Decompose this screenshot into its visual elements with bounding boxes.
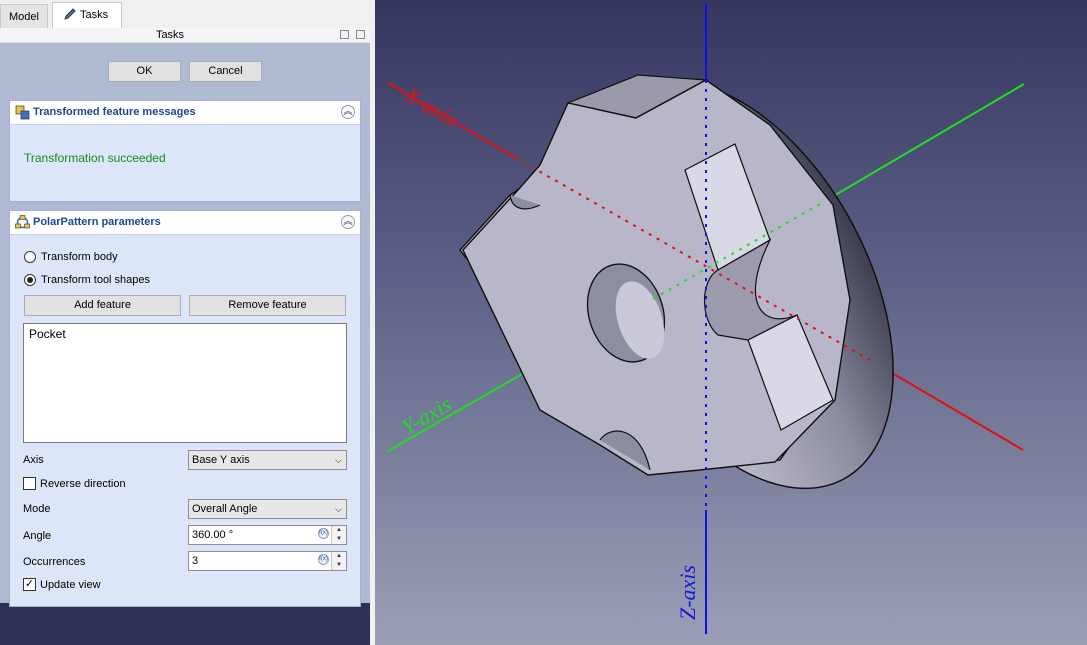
collapse-icon[interactable]: ︽ xyxy=(341,105,355,119)
transform-tool-shapes-radio[interactable] xyxy=(24,274,36,286)
messages-box: Transformed feature messages ︽ Transform… xyxy=(9,100,361,202)
remove-feature-button[interactable]: Remove feature xyxy=(189,295,346,316)
transform-body-label: Transform body xyxy=(41,251,118,263)
axis-select[interactable]: Base Y axis ⌵ xyxy=(188,450,347,470)
ok-button[interactable]: OK xyxy=(108,61,181,82)
panel-titlebar: Tasks xyxy=(0,28,370,43)
transform-body-radio[interactable] xyxy=(24,251,36,263)
cancel-button[interactable]: Cancel xyxy=(189,61,262,82)
update-view-label: Update view xyxy=(40,579,101,591)
occurrences-value: 3 xyxy=(192,555,199,567)
mode-value: Overall Angle xyxy=(192,503,258,515)
tab-tasks[interactable]: Tasks xyxy=(52,2,122,29)
occurrences-input[interactable]: 3 f(x) ▲ ▼ xyxy=(188,551,347,571)
messages-box-header[interactable]: Transformed feature messages ︽ xyxy=(10,101,360,125)
task-panel: Model Tasks Tasks OK Cancel Transformed … xyxy=(0,0,370,645)
collapse-icon[interactable]: ︽ xyxy=(341,215,355,229)
polar-pattern-icon xyxy=(15,215,30,229)
tab-tasks-label: Tasks xyxy=(80,9,109,21)
pencil-icon xyxy=(64,8,76,20)
polar-pattern-title: PolarPattern parameters xyxy=(33,216,161,228)
chevron-down-icon: ⌵ xyxy=(335,504,342,514)
y-axis-line xyxy=(819,83,1025,205)
float-panel-icon[interactable] xyxy=(356,30,365,39)
occurrences-label: Occurrences xyxy=(23,556,86,568)
3d-scene xyxy=(387,3,1025,634)
transformation-status: Transformation succeeded xyxy=(24,151,166,165)
tab-bar: Model Tasks xyxy=(0,0,370,29)
transform-icon xyxy=(15,105,30,120)
tab-model[interactable]: Model xyxy=(0,4,48,28)
feature-list[interactable]: Pocket xyxy=(23,323,347,443)
update-view-checkbox[interactable]: ✓ xyxy=(23,578,36,591)
expression-icon[interactable]: f(x) xyxy=(318,528,329,539)
axis-value: Base Y axis xyxy=(192,454,250,466)
messages-box-title: Transformed feature messages xyxy=(33,106,196,118)
3d-viewport[interactable]: X-axis Y-axis Z-axis xyxy=(375,0,1087,645)
spin-arrows-icon[interactable]: ▲ ▼ xyxy=(331,526,346,544)
polar-pattern-header[interactable]: PolarPattern parameters ︽ xyxy=(10,211,360,235)
spin-arrows-icon[interactable]: ▲ ▼ xyxy=(331,552,346,570)
reverse-direction-checkbox[interactable] xyxy=(23,477,36,490)
axis-label: Axis xyxy=(23,454,44,466)
angle-label: Angle xyxy=(23,530,52,542)
angle-value: 360.00 ° xyxy=(192,529,234,541)
panel-title: Tasks xyxy=(155,29,185,41)
mode-select[interactable]: Overall Angle ⌵ xyxy=(188,499,347,519)
minimize-panel-icon[interactable] xyxy=(340,30,349,39)
reverse-direction-label: Reverse direction xyxy=(40,478,126,490)
mode-label: Mode xyxy=(23,503,51,515)
list-item[interactable]: Pocket xyxy=(24,324,346,344)
z-axis-label: Z-axis xyxy=(675,565,700,620)
add-feature-button[interactable]: Add feature xyxy=(24,295,181,316)
expression-icon[interactable]: f(x) xyxy=(318,554,329,565)
transform-tool-shapes-label: Transform tool shapes xyxy=(41,274,151,286)
angle-input[interactable]: 360.00 ° f(x) ▲ ▼ xyxy=(188,525,347,545)
chevron-down-icon: ⌵ xyxy=(335,455,342,465)
